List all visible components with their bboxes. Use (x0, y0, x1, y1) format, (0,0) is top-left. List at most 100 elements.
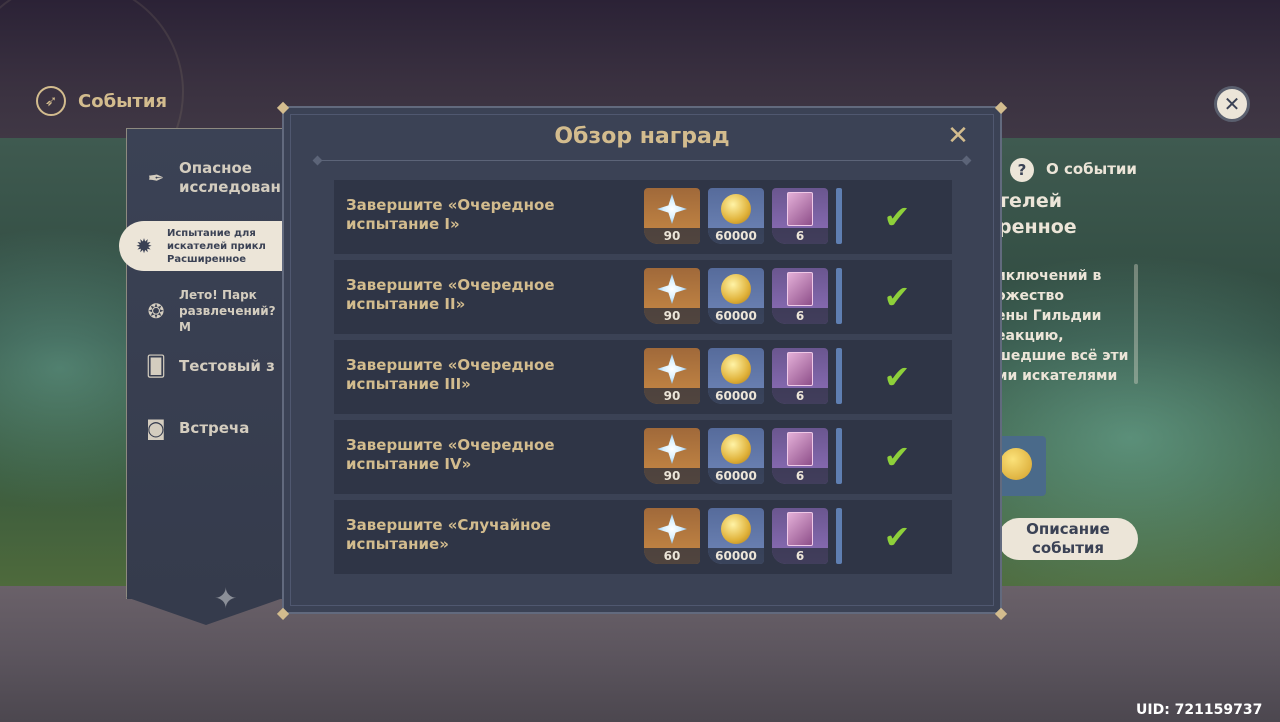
event-description-button[interactable]: Описание события (998, 518, 1138, 560)
book-item[interactable]: 6 (772, 508, 828, 564)
sidebar-item-label: Тестовый з (179, 356, 275, 375)
mora-icon (1000, 448, 1032, 480)
item-count: 6 (772, 308, 828, 324)
compass-icon: ➶ (36, 86, 66, 116)
mora-icon (721, 274, 751, 304)
task-label: Завершите «Очередное испытание II» (346, 276, 555, 313)
mora-item[interactable]: 60000 (708, 348, 764, 404)
item-count: 60000 (708, 228, 764, 244)
book-item[interactable]: 6 (772, 268, 828, 324)
item-count: 60000 (708, 308, 764, 324)
uid-label: UID: 721159737 (1136, 702, 1263, 718)
item-count: 90 (644, 388, 700, 404)
item-count: 6 (772, 388, 828, 404)
primogem-icon (657, 194, 687, 224)
mora-icon (721, 434, 751, 464)
corner-ornament (992, 604, 1010, 622)
corner-ornament (274, 604, 292, 622)
more-items-peek[interactable] (836, 268, 842, 324)
check-icon: ✔ (883, 438, 911, 476)
item-count: 60000 (708, 388, 764, 404)
modal-title: Обзор наград (554, 124, 730, 149)
mora-icon (721, 354, 751, 384)
more-items-peek[interactable] (836, 508, 842, 564)
more-items-peek[interactable] (836, 428, 842, 484)
book-item[interactable]: 6 (772, 428, 828, 484)
item-count: 90 (644, 228, 700, 244)
task-label: Завершите «Очередное испытание IV» (346, 436, 555, 473)
book-icon (787, 432, 813, 466)
check-icon: ✔ (883, 278, 911, 316)
mora-item[interactable]: 60000 (708, 188, 764, 244)
reward-items: 60 60000 6 (644, 508, 842, 566)
about-event-link[interactable]: О событии (1046, 160, 1137, 178)
reward-row: Завершите «Очередное испытание III» 90 6… (334, 340, 952, 414)
item-count: 60000 (708, 468, 764, 484)
sidebar-tail (126, 597, 286, 625)
reward-row: Завершите «Очередное испытание I» 90 600… (334, 180, 952, 254)
reward-items: 90 60000 6 (644, 268, 842, 326)
check-icon: ✔ (883, 518, 911, 556)
sidebar-item-encounter[interactable]: ◙ Встреча (141, 413, 291, 443)
close-icon[interactable]: ✕ (944, 122, 972, 150)
primogem-icon (657, 514, 687, 544)
book-eye-icon: ◙ (146, 416, 166, 440)
help-icon[interactable]: ? (1010, 158, 1034, 182)
item-count: 6 (772, 548, 828, 564)
reward-items: 90 60000 6 (644, 348, 842, 406)
more-items-peek[interactable] (836, 348, 842, 404)
task-label: Завершите «Случайное испытание» (346, 516, 551, 553)
book-icon (787, 512, 813, 546)
check-icon: ✔ (883, 198, 911, 236)
corner-ornament (992, 98, 1010, 116)
sidebar-item-label: Опасное исследован (179, 159, 281, 196)
book-item[interactable]: 6 (772, 188, 828, 244)
book-item[interactable]: 6 (772, 348, 828, 404)
more-items-peek[interactable] (836, 188, 842, 244)
sidebar-item-label: Встреча (179, 418, 250, 437)
primogem-icon (657, 274, 687, 304)
mora-icon (721, 194, 751, 224)
item-count: 6 (772, 468, 828, 484)
book-icon (787, 352, 813, 386)
page-title: События (78, 90, 168, 112)
mora-icon (721, 514, 751, 544)
sidebar-item-summer-park[interactable]: ❂ Лето! Парк развлечений? М (141, 287, 291, 335)
reward-items: 90 60000 6 (644, 428, 842, 486)
task-label: Завершите «Очередное испытание I» (346, 196, 555, 233)
event-description: иключений в ожество ены Гильдии еакцию, … (996, 268, 1129, 384)
primogem-icon (657, 354, 687, 384)
sidebar-item-adventurer-trial[interactable]: ✹ Испытание для искателей прикл Расширен… (119, 221, 293, 271)
mora-item[interactable]: 60000 (708, 508, 764, 564)
sidebar-item-test[interactable]: 🂠 Тестовый з (141, 351, 291, 381)
item-count: 60000 (708, 548, 764, 564)
primogem-item[interactable]: 90 (644, 348, 700, 404)
reward-row: Завершите «Очередное испытание IV» 90 60… (334, 420, 952, 494)
sidebar-item-label: Испытание для искателей прикл Расширенно… (167, 227, 266, 265)
event-detail-panel: ? О событии телей ренное иключений в оже… (996, 140, 1280, 580)
event-reward-preview[interactable] (996, 436, 1046, 496)
cards-icon: 🂠 (145, 354, 167, 378)
close-events-button[interactable]: ✕ (1214, 86, 1250, 122)
item-count: 90 (644, 468, 700, 484)
sidebar-item-dangerous-exploration[interactable]: ✒ Опасное исследован (141, 159, 291, 197)
description-scrollbar[interactable] (1134, 264, 1138, 384)
mora-item[interactable]: 60000 (708, 268, 764, 324)
task-label: Завершите «Очередное испытание III» (346, 356, 555, 393)
flame-icon: ✹ (135, 234, 153, 258)
event-title: телей ренное (998, 190, 1077, 238)
primogem-item[interactable]: 90 (644, 268, 700, 324)
primogem-item[interactable]: 90 (644, 188, 700, 244)
primogem-item[interactable]: 90 (644, 428, 700, 484)
primogem-item[interactable]: 60 (644, 508, 700, 564)
fire-swirl-icon: ❂ (147, 299, 165, 323)
reward-row: Завершите «Случайное испытание» 60 60000… (334, 500, 952, 574)
book-icon (787, 192, 813, 226)
check-icon: ✔ (883, 358, 911, 396)
book-icon (787, 272, 813, 306)
item-count: 60 (644, 548, 700, 564)
item-count: 90 (644, 308, 700, 324)
mora-item[interactable]: 60000 (708, 428, 764, 484)
corner-ornament (274, 98, 292, 116)
item-count: 6 (772, 228, 828, 244)
